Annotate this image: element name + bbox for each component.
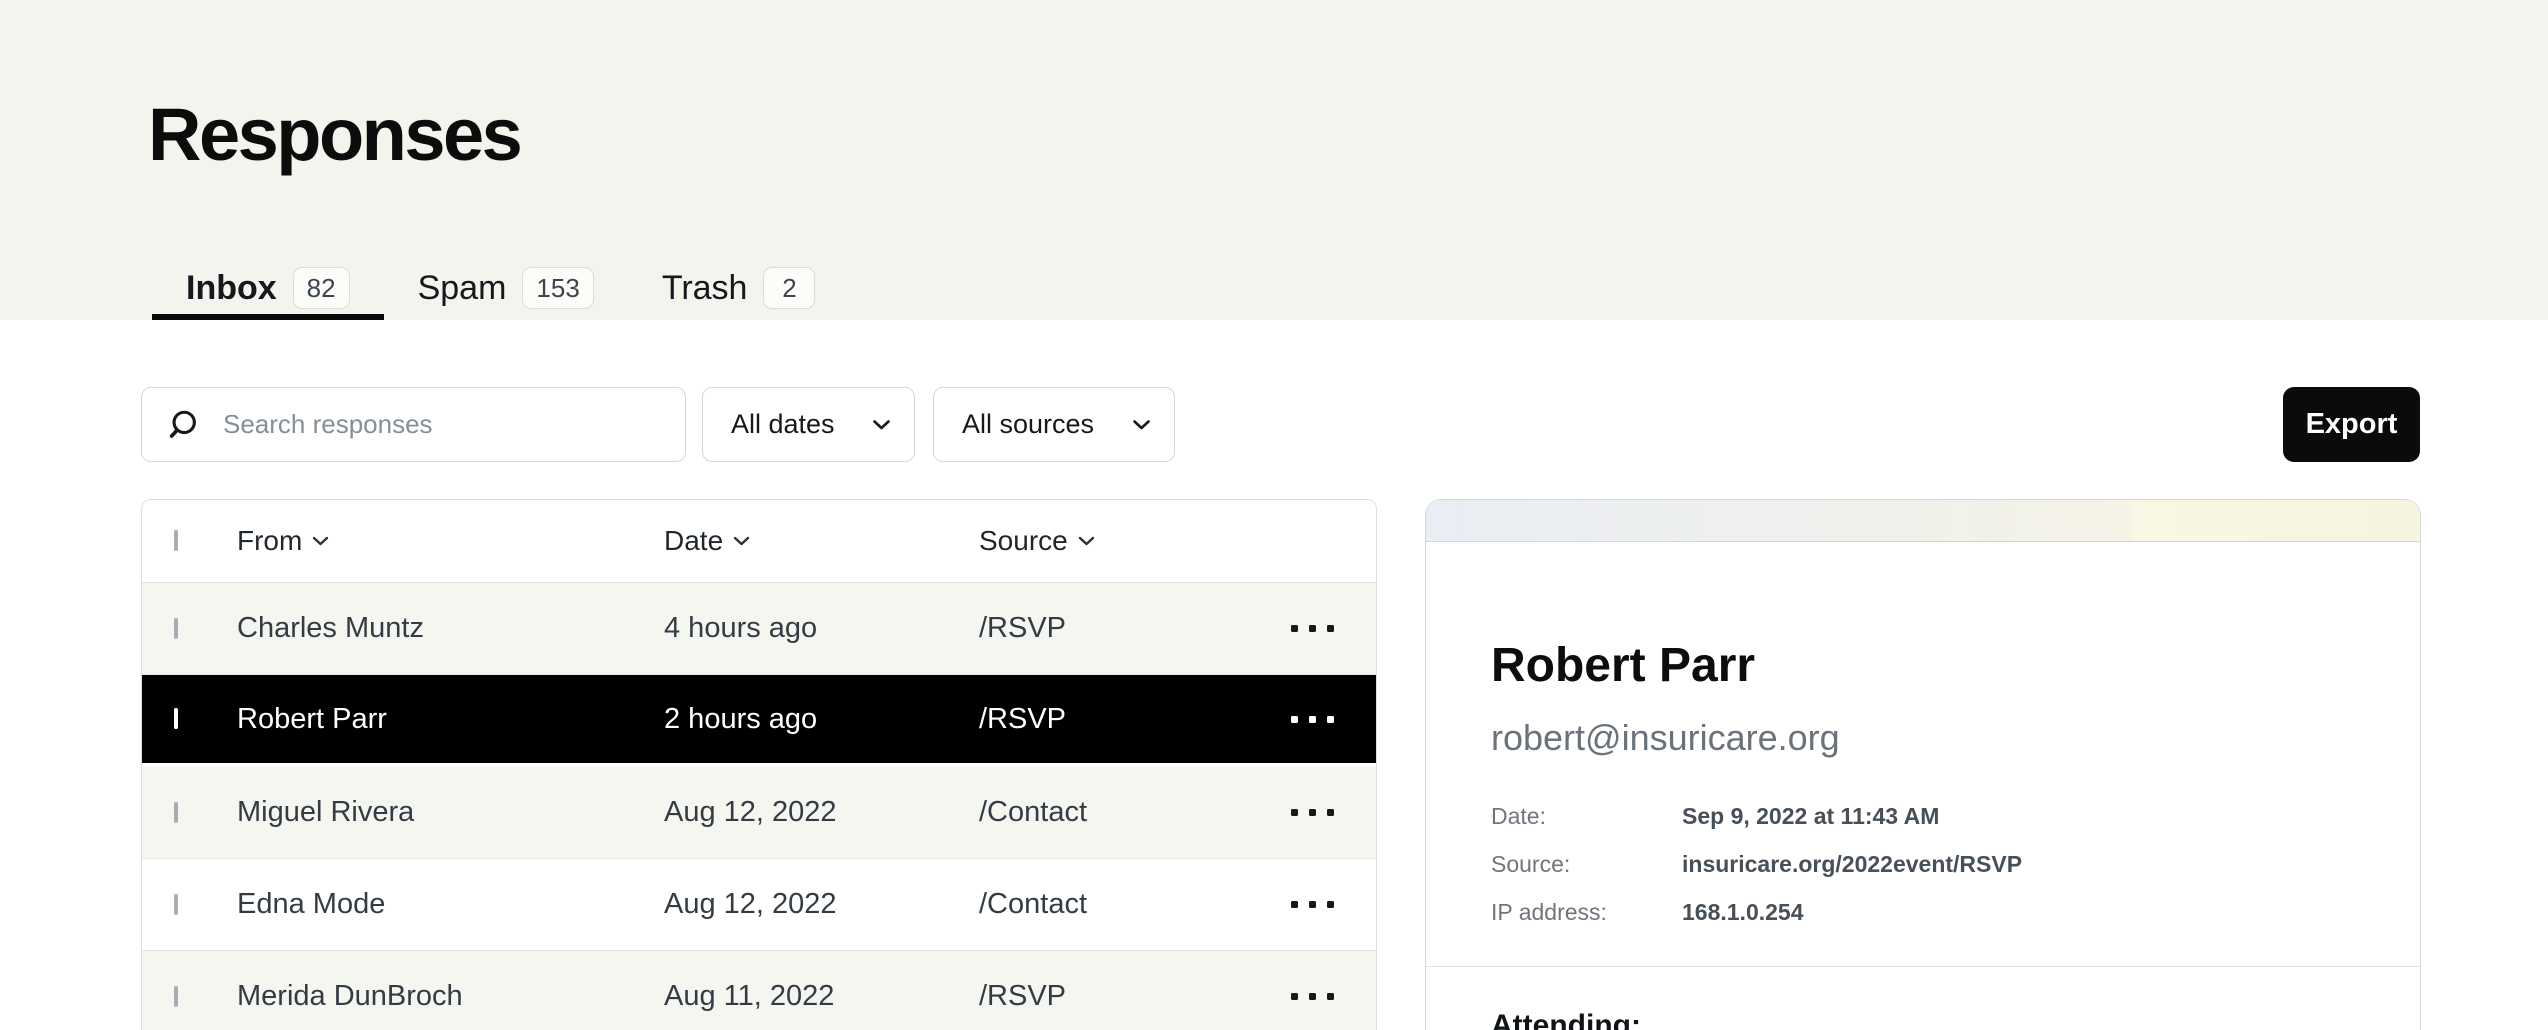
field-value-ip: 168.1.0.254 (1682, 899, 2355, 926)
field-label-date: Date: (1491, 803, 1682, 830)
tab-inbox-label: Inbox (186, 269, 277, 308)
hero-section: Responses Inbox 82 Spam 153 Trash 2 (0, 0, 2548, 320)
tab-trash-label: Trash (662, 269, 748, 308)
row-checkbox[interactable] (174, 708, 178, 729)
column-header-source[interactable]: Source (979, 525, 1249, 557)
source-filter-dropdown[interactable]: All sources (933, 387, 1175, 462)
detail-body: Robert Parr robert@insuricare.org Date: … (1426, 638, 2420, 1030)
row-date: Aug 12, 2022 (664, 796, 979, 829)
detail-name: Robert Parr (1491, 638, 2355, 693)
field-value-source: insuricare.org/2022event/RSVP (1682, 851, 2355, 878)
select-all-checkbox[interactable] (174, 530, 178, 551)
column-header-date[interactable]: Date (664, 525, 979, 557)
row-actions-menu-icon[interactable] (1249, 809, 1376, 816)
row-from: Miguel Rivera (237, 796, 664, 829)
tab-spam[interactable]: Spam 153 (384, 256, 628, 320)
detail-email: robert@insuricare.org (1491, 717, 2355, 759)
table-row[interactable]: Edna Mode Aug 12, 2022 /Contact (142, 859, 1376, 951)
row-date: 4 hours ago (664, 612, 979, 645)
row-actions-menu-icon[interactable] (1249, 625, 1376, 632)
row-source: /RSVP (979, 980, 1249, 1013)
row-from: Merida DunBroch (237, 980, 664, 1013)
toolbar: All dates All sources Export (141, 387, 2420, 462)
export-button[interactable]: Export (2283, 387, 2420, 462)
response-detail-panel: Robert Parr robert@insuricare.org Date: … (1425, 499, 2421, 1030)
field-value-date: Sep 9, 2022 at 11:43 AM (1682, 803, 2355, 830)
detail-fields: Date: Sep 9, 2022 at 11:43 AM Source: in… (1491, 803, 2355, 926)
sort-chevron-icon (312, 536, 329, 546)
row-from: Edna Mode (237, 888, 664, 921)
tab-trash[interactable]: Trash 2 (628, 256, 850, 320)
table-row-selected[interactable]: Robert Parr 2 hours ago /RSVP (142, 675, 1376, 767)
divider (1426, 966, 2420, 967)
row-source: /Contact (979, 888, 1249, 921)
row-checkbox[interactable] (174, 618, 178, 639)
search-box[interactable] (141, 387, 686, 462)
row-actions-menu-icon[interactable] (1249, 993, 1376, 1000)
tab-spam-label: Spam (418, 269, 507, 308)
detail-banner (1426, 500, 2420, 542)
tab-bar: Inbox 82 Spam 153 Trash 2 (152, 256, 849, 320)
row-date: 2 hours ago (664, 703, 979, 736)
content-area: From Date Source Charles Muntz 4 hours a… (0, 499, 2548, 1030)
tab-trash-count-badge: 2 (763, 267, 815, 309)
responses-table: From Date Source Charles Muntz 4 hours a… (141, 499, 1377, 1030)
sort-chevron-icon (1078, 536, 1095, 546)
source-filter-value: All sources (962, 409, 1094, 440)
row-from: Charles Muntz (237, 612, 664, 645)
row-checkbox[interactable] (174, 894, 178, 915)
tab-inbox-count-badge: 82 (293, 267, 350, 309)
search-input[interactable] (223, 409, 661, 440)
row-actions-menu-icon[interactable] (1249, 716, 1376, 723)
row-date: Aug 11, 2022 (664, 980, 979, 1013)
tab-spam-count-badge: 153 (522, 267, 593, 309)
table-row[interactable]: Charles Muntz 4 hours ago /RSVP (142, 583, 1376, 675)
field-label-source: Source: (1491, 851, 1682, 878)
search-icon (168, 409, 199, 440)
date-filter-value: All dates (731, 409, 835, 440)
table-header-row: From Date Source (142, 500, 1376, 583)
chevron-down-icon (873, 420, 890, 430)
table-row[interactable]: Miguel Rivera Aug 12, 2022 /Contact (142, 767, 1376, 859)
row-source: /RSVP (979, 703, 1249, 736)
sort-chevron-icon (733, 536, 750, 546)
date-filter-dropdown[interactable]: All dates (702, 387, 915, 462)
column-header-from[interactable]: From (237, 525, 664, 557)
field-label-ip: IP address: (1491, 899, 1682, 926)
row-source: /Contact (979, 796, 1249, 829)
row-checkbox[interactable] (174, 986, 178, 1007)
attending-section-heading: Attending: (1491, 1009, 2355, 1030)
page-title: Responses (148, 92, 520, 177)
row-checkbox[interactable] (174, 802, 178, 823)
row-from: Robert Parr (237, 703, 664, 736)
table-row[interactable]: Merida DunBroch Aug 11, 2022 /RSVP (142, 951, 1376, 1030)
tab-inbox[interactable]: Inbox 82 (152, 256, 384, 320)
row-source: /RSVP (979, 612, 1249, 645)
row-date: Aug 12, 2022 (664, 888, 979, 921)
row-actions-menu-icon[interactable] (1249, 901, 1376, 908)
chevron-down-icon (1133, 420, 1150, 430)
